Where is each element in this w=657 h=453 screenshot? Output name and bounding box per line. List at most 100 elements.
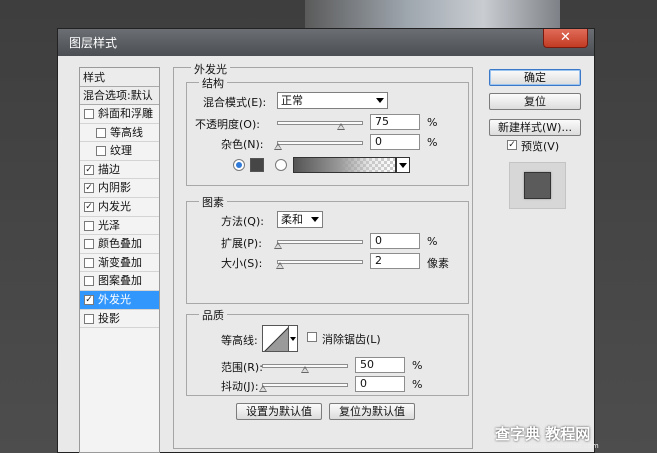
style-item[interactable]: 斜面和浮雕 <box>80 105 159 124</box>
preview-label[interactable]: 预览(V) <box>521 138 559 154</box>
jitter-input[interactable]: 0 <box>355 376 405 392</box>
quality-group: 品质 等高线: 消除锯齿(L) 范围(R): 50 % 抖动(J): 0 % <box>186 307 469 396</box>
contour-picker[interactable] <box>262 325 289 352</box>
spread-unit: % <box>427 235 438 248</box>
range-slider-thumb[interactable] <box>301 366 309 373</box>
blend-mode-select[interactable]: 正常 <box>277 92 388 109</box>
style-item-label: 外发光 <box>98 292 131 306</box>
blending-options-item[interactable]: 混合选项:默认 <box>80 87 159 105</box>
style-item-label: 斜面和浮雕 <box>98 107 153 120</box>
style-item-label: 光泽 <box>98 218 120 232</box>
reset-default-button[interactable]: 复位为默认值 <box>329 403 415 420</box>
size-slider-thumb[interactable] <box>275 262 284 269</box>
style-item[interactable]: ✓ 描边 <box>80 161 159 180</box>
size-slider[interactable] <box>275 260 363 269</box>
style-item-label: 内发光 <box>98 199 131 213</box>
contour-curve-icon <box>264 327 288 351</box>
style-item-checkbox[interactable] <box>84 313 94 324</box>
jitter-label: 抖动(J): <box>221 380 259 393</box>
glow-color-swatch[interactable] <box>250 158 264 172</box>
chevron-down-icon <box>399 163 407 168</box>
opacity-slider[interactable] <box>277 121 363 130</box>
style-item-label: 图案叠加 <box>98 274 142 288</box>
chevron-down-icon <box>376 98 384 103</box>
style-item-checkbox[interactable] <box>96 146 106 157</box>
jitter-unit: % <box>412 378 423 391</box>
gradient-menu-button[interactable] <box>396 157 410 173</box>
range-unit: % <box>412 359 423 372</box>
style-preview <box>509 162 566 209</box>
style-item-checkbox[interactable] <box>84 257 94 268</box>
size-input[interactable]: 2 <box>370 253 420 269</box>
noise-label: 杂色(N): <box>221 138 264 151</box>
style-item[interactable]: 渐变叠加 <box>80 254 159 273</box>
opacity-slider-thumb[interactable] <box>337 123 345 130</box>
styles-list: 样式 混合选项:默认 斜面和浮雕 等高线 纹理 ✓ 描边 ✓ 内阴影 ✓ 内发光 光泽 颜色叠加 渐变… <box>79 67 160 453</box>
opacity-input[interactable]: 75 <box>370 114 420 130</box>
style-item-checkbox[interactable]: ✓ <box>84 294 94 305</box>
style-item[interactable]: 图案叠加 <box>80 272 159 291</box>
structure-title: 结构 <box>199 75 227 91</box>
gradient-picker[interactable] <box>293 157 396 173</box>
style-item-checkbox[interactable] <box>84 276 94 287</box>
jitter-slider[interactable] <box>259 383 348 392</box>
style-item-checkbox[interactable] <box>84 220 94 231</box>
style-item-checkbox[interactable] <box>84 239 94 250</box>
style-item-checkbox[interactable] <box>84 109 94 119</box>
opacity-label: 不透明度(O): <box>195 118 260 131</box>
range-input[interactable]: 50 <box>355 357 405 373</box>
antialias-label[interactable]: 消除锯齿(L) <box>322 331 381 347</box>
style-item-checkbox[interactable]: ✓ <box>84 183 94 194</box>
noise-slider-thumb[interactable] <box>274 143 282 150</box>
contour-label: 等高线: <box>221 334 258 347</box>
spread-slider[interactable] <box>274 240 363 249</box>
gradient-radio[interactable] <box>275 159 287 171</box>
style-item-checkbox[interactable]: ✓ <box>84 164 94 175</box>
watermark: 查字典 教程网 <box>495 425 591 443</box>
jitter-slider-thumb[interactable] <box>259 385 267 392</box>
style-item-label: 渐变叠加 <box>98 255 142 269</box>
spread-slider-thumb[interactable] <box>274 242 282 249</box>
style-item[interactable]: 投影 <box>80 310 159 329</box>
style-item[interactable]: ✓ 外发光 <box>80 290 159 310</box>
close-button[interactable]: ✕ <box>543 29 588 48</box>
size-unit: 像素 <box>427 257 449 270</box>
style-item-checkbox[interactable] <box>96 127 106 138</box>
elements-title: 图素 <box>199 194 227 210</box>
structure-group: 结构 混合模式(E): 正常 不透明度(O): 75 % 杂色(N): 0 % <box>186 75 469 186</box>
style-item[interactable]: 颜色叠加 <box>80 235 159 254</box>
make-default-button[interactable]: 设置为默认值 <box>236 403 322 420</box>
style-item[interactable]: 纹理 <box>80 142 159 161</box>
preview-thumbnail <box>524 172 551 199</box>
elements-group: 图素 方法(Q): 柔和 扩展(P): 0 % 大小(S): 2 像素 <box>186 194 469 304</box>
style-item-label: 纹理 <box>110 144 132 158</box>
size-label: 大小(S): <box>221 257 263 270</box>
style-item[interactable]: ✓ 内阴影 <box>80 179 159 198</box>
antialias-checkbox[interactable] <box>307 332 317 342</box>
window-title: 图层样式 <box>69 36 118 50</box>
close-icon: ✕ <box>560 30 571 45</box>
layer-style-dialog: 图层样式 ✕ 样式 混合选项:默认 斜面和浮雕 等高线 纹理 ✓ 描边 ✓ 内阴影 ✓ 内发光光… <box>57 28 595 453</box>
reset-button[interactable]: 复位 <box>489 93 581 110</box>
contour-menu-button[interactable] <box>289 325 298 352</box>
style-item[interactable]: ✓ 内发光 <box>80 198 159 217</box>
solid-color-radio[interactable] <box>233 159 245 171</box>
style-item-label: 投影 <box>98 311 120 325</box>
chevron-down-icon <box>311 217 319 222</box>
noise-slider[interactable] <box>274 141 363 150</box>
style-item[interactable]: 等高线 <box>80 124 159 143</box>
style-item-checkbox[interactable]: ✓ <box>84 201 94 212</box>
title-bar[interactable]: 图层样式 ✕ <box>58 29 594 56</box>
technique-select[interactable]: 柔和 <box>277 211 323 228</box>
new-style-button[interactable]: 新建样式(W)... <box>489 119 581 136</box>
style-item[interactable]: 光泽 <box>80 217 159 236</box>
technique-value: 柔和 <box>281 213 303 226</box>
spread-input[interactable]: 0 <box>370 233 420 249</box>
preview-checkbox[interactable]: ✓ <box>507 140 517 150</box>
outer-glow-panel: 外发光 结构 混合模式(E): 正常 不透明度(O): 75 % 杂色(N): … <box>173 61 473 449</box>
styles-header[interactable]: 样式 <box>80 68 159 87</box>
ok-button[interactable]: 确定 <box>489 69 581 86</box>
style-item-label: 内阴影 <box>98 181 131 195</box>
range-slider[interactable] <box>262 364 348 373</box>
noise-input[interactable]: 0 <box>370 134 420 150</box>
